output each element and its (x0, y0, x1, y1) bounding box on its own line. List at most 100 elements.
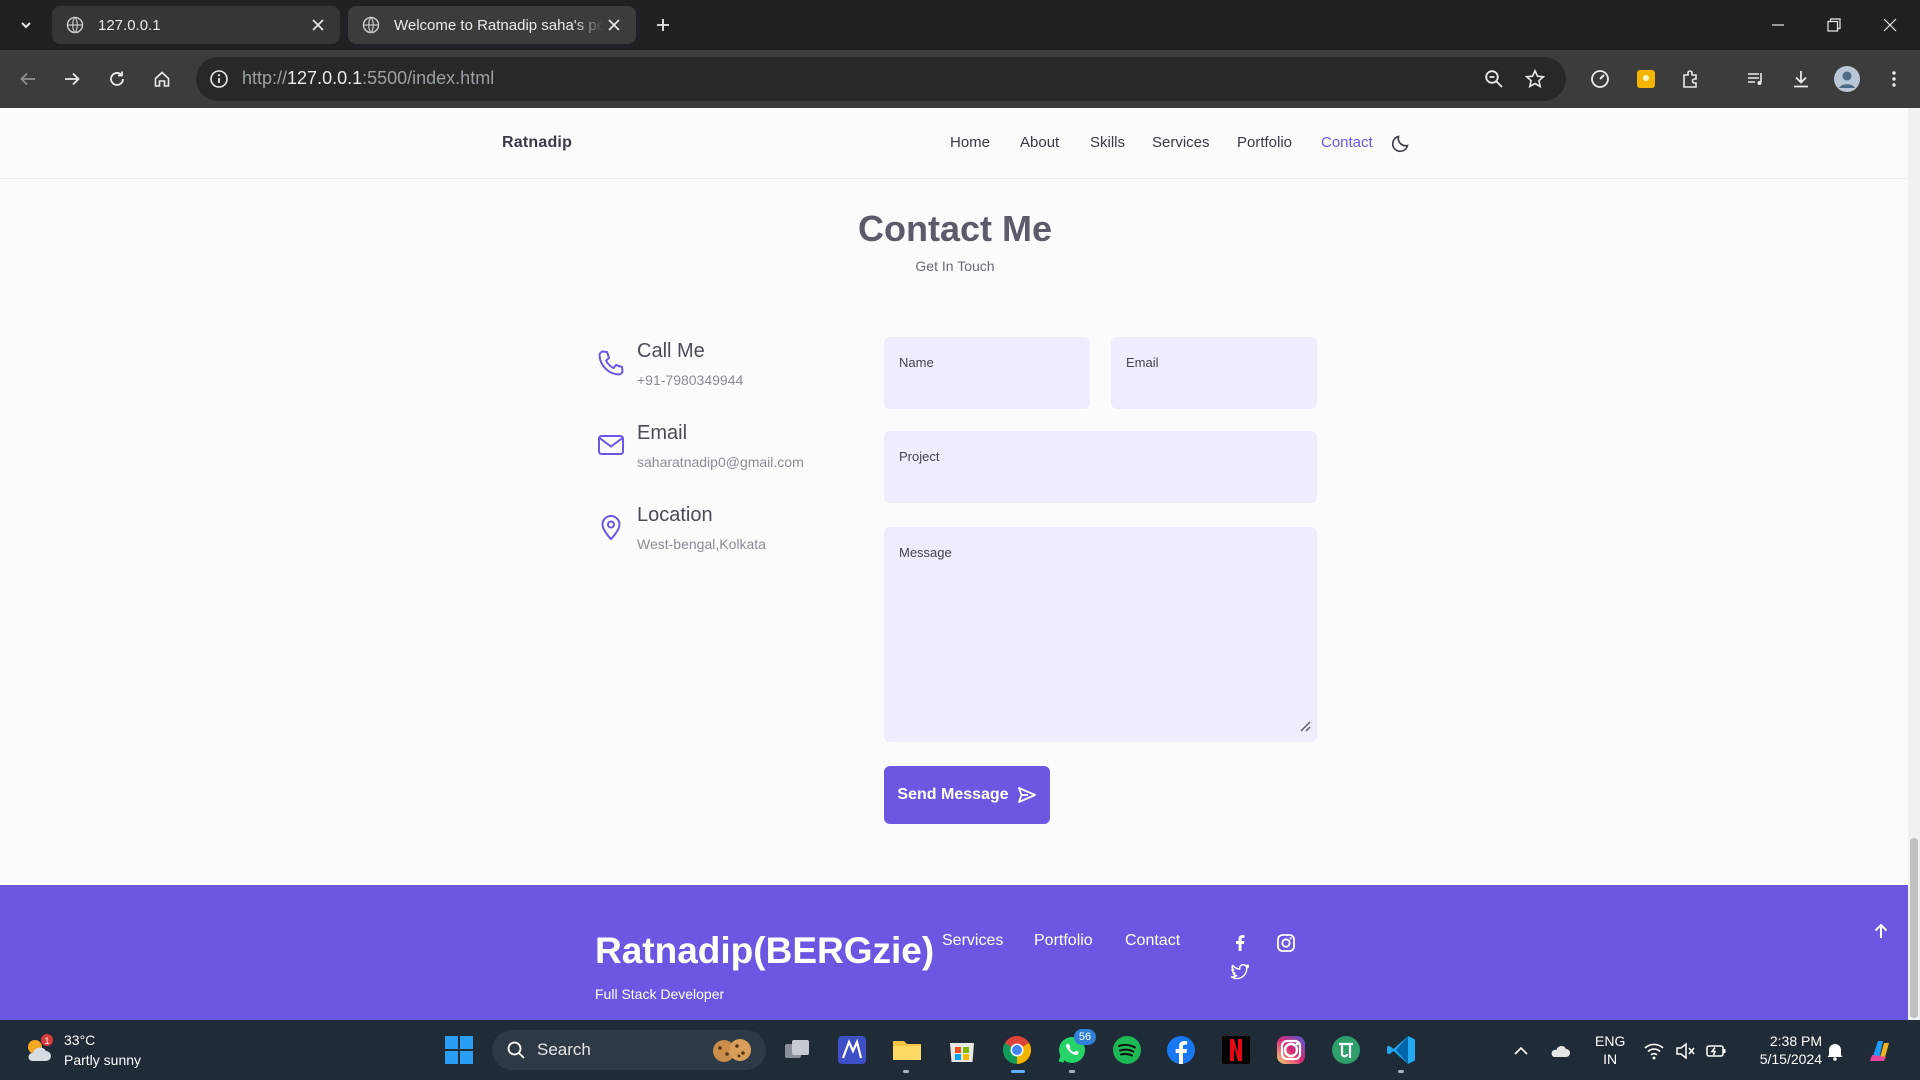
language-indicator[interactable]: ENG IN (1595, 1032, 1625, 1068)
chevron-up-icon[interactable] (1510, 1040, 1532, 1062)
message-textarea[interactable]: Message (884, 527, 1317, 742)
nav-contact[interactable]: Contact (1321, 134, 1373, 151)
site-info-icon[interactable] (207, 67, 231, 91)
minimize-button[interactable] (1750, 0, 1806, 50)
email-field[interactable]: Email (1111, 337, 1317, 409)
bookmark-star-icon[interactable] (1523, 67, 1547, 91)
nav-home[interactable]: Home (950, 134, 990, 151)
tab-title: Welcome to Ratnadip saha's portfolio (394, 16, 604, 34)
name-label: Name (899, 355, 934, 370)
profile-button[interactable] (1831, 63, 1863, 95)
address-bar[interactable]: http://127.0.0.1:5500/index.html (196, 57, 1566, 101)
contact-info-value: West-bengal,Kolkata (637, 536, 766, 552)
notification-bell-icon[interactable] (1824, 1040, 1846, 1062)
active-indicator (1011, 1070, 1025, 1073)
taskbar-search[interactable]: Search (492, 1030, 766, 1070)
cookies-icon (713, 1039, 751, 1062)
send-message-button[interactable]: Send Message (884, 766, 1050, 824)
facebook-app-icon[interactable] (1164, 1033, 1198, 1067)
task-view-icon[interactable] (780, 1033, 814, 1067)
tab-portfolio[interactable]: Welcome to Ratnadip saha's portfolio (348, 6, 636, 44)
resize-handle-icon[interactable] (1299, 720, 1311, 732)
nav-about[interactable]: About (1020, 134, 1059, 151)
battery-charging-icon[interactable] (1705, 1040, 1727, 1062)
dark-mode-toggle[interactable] (1390, 132, 1412, 154)
instagram-app-icon[interactable] (1274, 1033, 1308, 1067)
twitter-link[interactable] (1229, 961, 1251, 983)
running-indicator (1398, 1070, 1404, 1073)
footer-link-services[interactable]: Services (942, 932, 1003, 950)
page-viewport: Ratnadip Home About Skills Services Port… (0, 108, 1920, 1020)
running-indicator (903, 1070, 909, 1073)
phone-icon (598, 350, 624, 376)
site-logo[interactable]: Ratnadip (502, 134, 572, 152)
copilot-icon[interactable] (1866, 1036, 1896, 1066)
windows-start-icon[interactable] (444, 1035, 474, 1065)
file-explorer-icon[interactable] (890, 1033, 924, 1067)
scroll-to-top-button[interactable] (1870, 920, 1892, 942)
instagram-link[interactable] (1275, 932, 1297, 954)
back-button[interactable] (12, 63, 44, 95)
restore-button[interactable] (1806, 0, 1862, 50)
clock-time: 2:38 PM (1769, 1033, 1822, 1049)
language-line-1: ENG (1595, 1033, 1626, 1049)
forward-button[interactable] (56, 63, 88, 95)
vscode-icon[interactable] (1384, 1033, 1418, 1067)
performance-extension-button[interactable] (1584, 63, 1616, 95)
weather-temperature[interactable]: 33°C (64, 1032, 95, 1048)
notes-extension-button[interactable] (1630, 63, 1662, 95)
microsoft-store-icon[interactable] (945, 1033, 979, 1067)
onedrive-cloud-icon[interactable] (1549, 1040, 1571, 1062)
reload-button[interactable] (101, 63, 133, 95)
weather-description[interactable]: Partly sunny (64, 1052, 141, 1068)
minimize-icon (1772, 24, 1784, 26)
zoom-icon[interactable] (1482, 67, 1506, 91)
restore-icon (1827, 18, 1841, 32)
close-window-button[interactable] (1862, 0, 1918, 50)
nav-services[interactable]: Services (1152, 134, 1210, 151)
tab-localhost[interactable]: 127.0.0.1 (52, 6, 340, 44)
twitter-icon (1230, 963, 1250, 980)
clock-date: 5/15/2024 (1759, 1051, 1822, 1067)
browser-menu-button[interactable] (1878, 63, 1910, 95)
chrome-icon[interactable] (1000, 1033, 1034, 1067)
puzzle-icon (1683, 70, 1697, 88)
hindi-app-icon[interactable] (1329, 1033, 1363, 1067)
footer-link-contact[interactable]: Contact (1125, 932, 1180, 950)
app-icon-m[interactable] (835, 1033, 869, 1067)
footer-link-portfolio[interactable]: Portfolio (1034, 932, 1093, 950)
name-field[interactable]: Name (884, 337, 1090, 409)
scrollbar-thumb[interactable] (1910, 838, 1918, 1018)
home-button[interactable] (146, 63, 178, 95)
new-tab-button[interactable] (647, 9, 679, 41)
partly-sunny-icon[interactable]: 1 (22, 1034, 54, 1066)
spotify-icon[interactable] (1110, 1033, 1144, 1067)
volume-muted-icon[interactable] (1674, 1040, 1696, 1062)
close-icon[interactable] (604, 15, 624, 35)
media-control-button[interactable] (1740, 63, 1772, 95)
arrow-left-icon (20, 72, 35, 86)
more-vertical-icon (1892, 71, 1896, 87)
weather-badge: 1 (44, 1036, 49, 1046)
system-clock[interactable]: 2:38 PM 5/15/2024 (1740, 1032, 1822, 1068)
nav-portfolio[interactable]: Portfolio (1237, 134, 1292, 151)
tab-search-button[interactable] (10, 9, 42, 41)
message-label: Message (899, 545, 952, 560)
contact-info-location: Location West-bengal,Kolkata (596, 504, 856, 564)
instagram-icon (1277, 934, 1295, 952)
close-icon[interactable] (308, 15, 328, 35)
extensions-button[interactable] (1675, 63, 1707, 95)
nav-skills[interactable]: Skills (1090, 134, 1125, 151)
contact-info-value: saharatnadip0@gmail.com (637, 454, 804, 470)
globe-icon (66, 16, 84, 34)
project-field[interactable]: Project (884, 431, 1317, 503)
url-scheme: http:// (242, 68, 288, 88)
facebook-link[interactable] (1229, 932, 1251, 954)
wifi-icon[interactable] (1643, 1040, 1665, 1062)
language-line-2: IN (1603, 1051, 1618, 1067)
gauge-icon (1591, 70, 1609, 88)
url-text[interactable]: http://127.0.0.1:5500/index.html (242, 68, 494, 89)
netflix-icon[interactable] (1219, 1033, 1253, 1067)
send-message-label: Send Message (897, 786, 1009, 803)
downloads-button[interactable] (1785, 63, 1817, 95)
